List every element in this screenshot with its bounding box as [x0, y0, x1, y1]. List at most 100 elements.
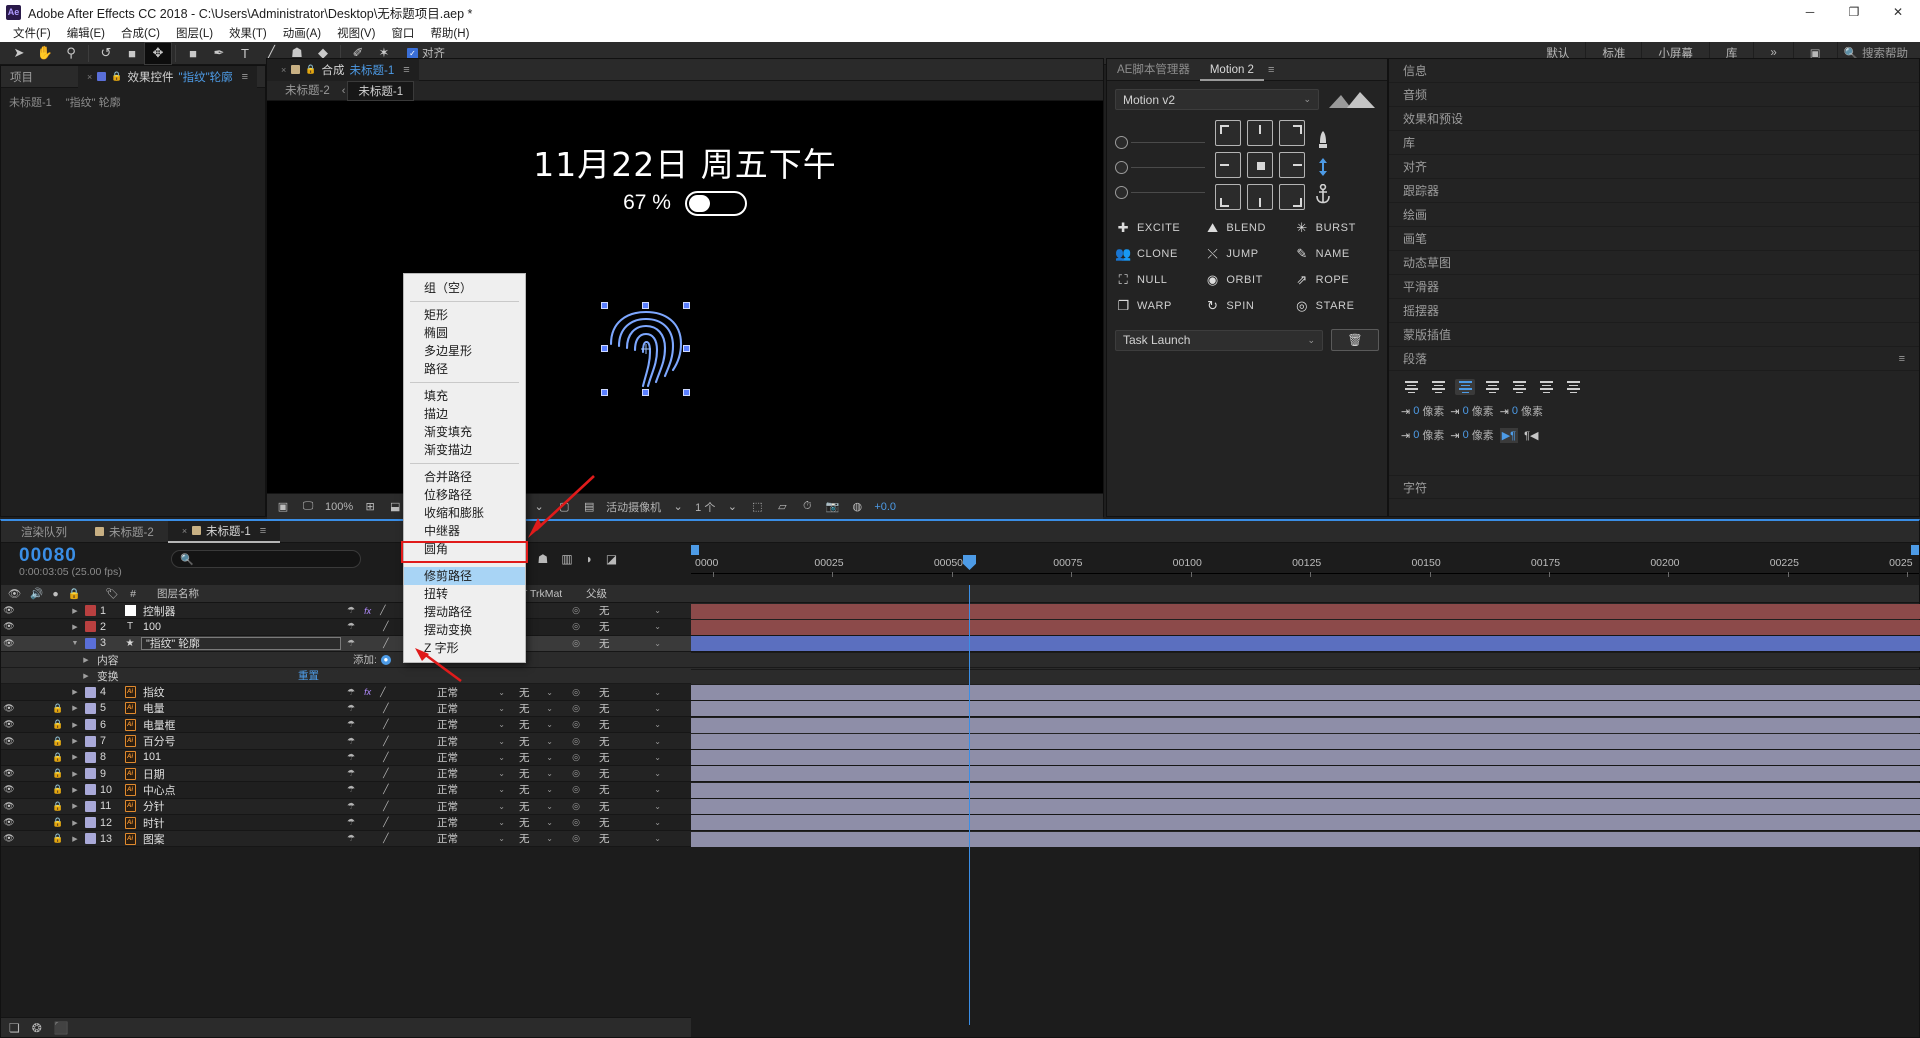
layer-expand-triangle[interactable]: ▶ [67, 819, 83, 827]
layer-name[interactable]: 101 [141, 751, 341, 763]
layer-blend-mode[interactable]: 正常⌄ [429, 717, 511, 732]
paragraph-align-right-button[interactable] [1455, 379, 1475, 395]
align-checkbox-icon[interactable]: ✓ [407, 47, 418, 59]
layer-label-color[interactable] [83, 719, 97, 731]
layer-track-matte[interactable]: 无 ⌄ [511, 799, 559, 814]
layer-switches[interactable]: ☂ ╱ [341, 736, 429, 747]
layer-duration-bar[interactable] [691, 831, 1920, 847]
rail-panel-2[interactable]: 效果和预设 [1389, 107, 1919, 131]
layer-track-matte[interactable]: 无 ⌄ [511, 831, 559, 846]
table-row[interactable]: 👁 🔒 ▶ 13 Ai 图案 ☂ ╱ 正常 ⌄ 无 ⌄ ◎ 无 ⌄ [1, 831, 1920, 848]
shy-switch[interactable]: ☂ [347, 736, 355, 747]
layer-parent-value[interactable]: 无 ⌄ [593, 782, 667, 797]
layer-label-color[interactable] [83, 605, 97, 617]
layer-label-color[interactable] [83, 735, 97, 747]
slider-3-track[interactable] [1131, 191, 1205, 193]
rail-panel-0[interactable]: 信息 [1389, 59, 1919, 83]
layer-name[interactable]: 分针 [141, 798, 341, 814]
property-group-row[interactable]: ▶ 变换 重置 [1, 668, 1920, 685]
exposure-value[interactable]: +0.0 [874, 499, 896, 515]
layer-lock-toggle[interactable]: 🔒 [49, 833, 67, 844]
rotation-tool[interactable]: ↺ [93, 43, 119, 64]
layer-name[interactable]: "指纹" 轮廓 [141, 636, 341, 650]
tab-timeline-untitled-2[interactable]: 未标题-2 [81, 521, 168, 543]
layer-name[interactable]: 100 [141, 621, 341, 633]
layer-label-color[interactable] [83, 751, 97, 763]
layer-parent-value[interactable]: 无 ⌄ [593, 717, 667, 732]
layer-track-matte[interactable]: 无 ⌄ [511, 685, 559, 700]
paragraph-rtl-icon[interactable]: ¶◀ [1524, 429, 1538, 442]
shy-switch[interactable]: ☂ [347, 784, 355, 795]
layer-lock-toggle[interactable]: 🔒 [49, 736, 67, 747]
shy-switch[interactable]: ☂ [347, 621, 355, 632]
layer-duration-bar[interactable] [691, 733, 1920, 749]
paragraph-justify-last-right-button[interactable] [1536, 379, 1556, 395]
layer-blend-mode[interactable]: 正常⌄ [429, 701, 511, 716]
menu-item-填充[interactable]: 填充 [404, 387, 525, 405]
task-launch-select[interactable]: Task Launch ⌄ [1115, 329, 1323, 351]
layer-duration-bar[interactable] [691, 701, 1920, 717]
motion2-button-name[interactable]: ✎ NAME [1294, 244, 1379, 263]
shy-switch[interactable]: ☂ [347, 817, 355, 828]
table-row[interactable]: 👁 🔒 ▶ 10 Ai 中心点 ☂ ╱ 正常 ⌄ 无 ⌄ ◎ 无 ⌄ [1, 782, 1920, 799]
menu-item-0[interactable]: 文件(F) [5, 25, 59, 41]
selection-tool[interactable]: ➤ [6, 43, 32, 64]
menu-item-渐变描边[interactable]: 渐变描边 [404, 441, 525, 459]
layer-visibility-toggle[interactable]: 👁 [1, 768, 17, 779]
add-shape-context-menu[interactable]: 组（空） 矩形 椭圆 多边星形 路径 填充 描边 渐变填充 渐变描边 合并路径 位移路径 收缩和膨胀中… [403, 273, 526, 663]
tab-ae-script-manager[interactable]: AE脚本管理器 [1107, 59, 1200, 81]
layer-switches[interactable]: ☂ ╱ [341, 833, 429, 844]
panel-menu-icon[interactable]: ≡ [242, 71, 248, 83]
shy-switch[interactable]: ☂ [347, 687, 355, 698]
layer-visibility-toggle[interactable]: 👁 [1, 703, 17, 714]
layer-expand-triangle[interactable]: ▶ [67, 704, 83, 712]
paragraph-justify-last-left-button[interactable] [1482, 379, 1502, 395]
table-row[interactable]: ▶ 4 Ai 指纹 ☂ fx ╱ 正常 ⌄ 无 ⌄ ◎ 无 ⌄ [1, 684, 1920, 701]
layer-name[interactable]: 电量 [141, 700, 341, 716]
indent-field-0[interactable]: ⇥ 0 像素 [1401, 403, 1444, 419]
motion-blur-switch[interactable]: ╱ [380, 687, 385, 698]
tab-timeline-untitled-1[interactable]: × 未标题-1 ≡ [167, 520, 281, 543]
shy-switch[interactable]: ☂ [347, 719, 355, 730]
motion-blur-switch[interactable]: ╱ [383, 817, 388, 828]
layer-visibility-toggle[interactable]: 👁 [1, 736, 17, 747]
layer-label-color[interactable] [83, 784, 97, 796]
layer-name[interactable]: 时针 [141, 815, 341, 831]
indent-field-1[interactable]: ⇥ 0 像素 [1450, 403, 1493, 419]
views-value[interactable]: 1 个 [695, 499, 715, 515]
selection-handle[interactable] [642, 389, 649, 396]
menu-item-修剪路径[interactable]: 修剪路径 [404, 567, 525, 585]
layer-parent-pickwhip[interactable]: ◎ [559, 621, 593, 632]
motion2-button-blend[interactable]: ⛰ BLEND [1204, 218, 1289, 237]
channel-icon[interactable]: ◍ [849, 499, 865, 515]
current-time-display[interactable]: 00080 0:00:03:05 (25.00 fps) [1, 543, 171, 579]
work-area-end-handle[interactable] [1911, 545, 1919, 555]
anchor-bottom-center[interactable] [1247, 184, 1273, 210]
selection-handle[interactable] [683, 345, 690, 352]
layer-duration-bar[interactable] [691, 782, 1920, 798]
tab-close-icon[interactable]: × [182, 526, 187, 536]
motion2-button-null[interactable]: ⛶ NULL [1115, 270, 1200, 289]
table-row[interactable]: 🔒 ▶ 8 Ai 101 ☂ ╱ 正常 ⌄ 无 ⌄ ◎ 无 ⌄ [1, 749, 1920, 766]
slider-3-knob[interactable] [1115, 185, 1128, 199]
layer-track-matte[interactable]: 无 ⌄ [511, 766, 559, 781]
motion-blur-switch[interactable]: ╱ [380, 605, 385, 616]
layer-visibility-toggle[interactable]: 👁 [1, 605, 17, 616]
3d-view-icon[interactable]: ⬚ [749, 499, 765, 515]
motion2-button-jump[interactable]: ⤬ JUMP [1204, 244, 1289, 263]
motion-blur-switch[interactable]: ╱ [383, 621, 388, 632]
layer-expand-triangle[interactable]: ▶ [67, 786, 83, 794]
work-area-bar[interactable] [691, 545, 1919, 555]
layer-parent-value[interactable]: 无 ⌄ [593, 799, 667, 814]
layer-expand-triangle[interactable]: ▶ [67, 688, 83, 696]
layer-label-color[interactable] [83, 833, 97, 845]
paragraph-justify-all-button[interactable] [1563, 379, 1583, 395]
layer-visibility-toggle[interactable]: 👁 [1, 621, 17, 632]
table-row[interactable]: 👁 🔒 ▶ 5 Ai 电量 ☂ ╱ 正常 ⌄ 无 ⌄ ◎ 无 ⌄ [1, 700, 1920, 718]
anchor-icon[interactable] [1315, 184, 1331, 204]
layer-name[interactable]: 控制器 [141, 603, 341, 619]
layer-duration-bar[interactable] [691, 619, 1920, 635]
indent-field-4[interactable]: ⇥ 0 像素 [1450, 427, 1493, 443]
menu-item-组（空）[interactable]: 组（空） [404, 279, 525, 297]
effects-switch[interactable]: fx [364, 606, 371, 616]
